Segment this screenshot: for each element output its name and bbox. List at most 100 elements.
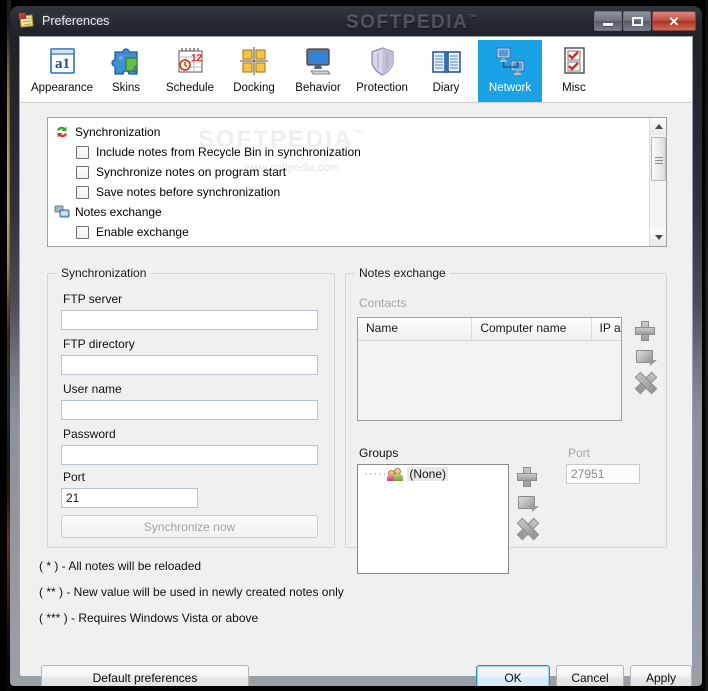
tab-protection[interactable]: Protection — [350, 40, 414, 102]
tab-skins[interactable]: Skins — [94, 40, 158, 102]
user-name-input[interactable] — [61, 400, 318, 420]
contacts-label: Contacts — [359, 296, 407, 310]
tree-checkbox-include-recycle-bin[interactable]: Include notes from Recycle Bin in synchr… — [54, 142, 648, 162]
contacts-column-name[interactable]: Name — [358, 318, 473, 340]
schedule-icon: 12 — [174, 45, 207, 78]
tab-docking[interactable]: Docking — [222, 40, 286, 102]
tree-checkbox-label: Synchronize notes on program start — [96, 165, 287, 179]
dialog-client-area: a1 Appearance Skins 12 Schedule Docking … — [19, 36, 693, 686]
title-bar[interactable]: Preferences SOFTPEDIA™ ✕ — [10, 6, 702, 36]
tree-checkbox-save-before-sync[interactable]: Save notes before synchronization — [54, 182, 648, 202]
tree-group-label: Synchronization — [75, 125, 161, 139]
footnote-new-value: ( ** ) - New value will be used in newly… — [39, 585, 344, 599]
protection-icon — [366, 45, 399, 78]
tab-misc[interactable]: Misc — [542, 40, 606, 102]
tree-connector: ····· — [364, 468, 388, 480]
groups-treeview[interactable]: ····· (None) — [357, 464, 509, 574]
behavior-icon — [302, 45, 335, 78]
scrollbar-thumb[interactable] — [651, 137, 666, 181]
chevron-down-icon — [654, 235, 663, 240]
checkbox-save-before-sync[interactable] — [76, 185, 89, 199]
svg-text:12: 12 — [191, 53, 203, 64]
exchange-port-input[interactable] — [566, 464, 640, 484]
ftp-directory-label: FTP directory — [63, 337, 135, 351]
appearance-icon: a1 — [46, 45, 79, 78]
tree-checkbox-label: Save note before sending — [96, 245, 233, 246]
minimize-button[interactable] — [594, 11, 622, 31]
group-item-none[interactable]: ····· (None) — [358, 465, 508, 483]
tree-checkbox-sync-on-start[interactable]: Synchronize notes on program start — [54, 162, 648, 182]
sync-port-input[interactable] — [61, 488, 198, 508]
footnote-reload: ( * ) - All notes will be reloaded — [39, 559, 202, 573]
checkbox-sync-on-start[interactable] — [76, 165, 89, 179]
network-icon — [494, 45, 527, 78]
checkbox-enable-exchange[interactable] — [76, 225, 89, 239]
password-label: Password — [63, 427, 116, 441]
diary-icon — [430, 45, 463, 78]
tab-network[interactable]: Network — [478, 40, 542, 102]
tab-appearance[interactable]: a1 Appearance — [30, 40, 94, 102]
notes-exchange-group-title: Notes exchange — [355, 266, 450, 280]
checkbox-include-recycle-bin[interactable] — [76, 145, 89, 159]
groups-add-button[interactable] — [516, 466, 538, 488]
tab-label-docking: Docking — [233, 82, 275, 94]
ftp-directory-input[interactable] — [61, 355, 318, 375]
tree-checkbox-enable-exchange[interactable]: Enable exchange — [54, 222, 648, 242]
softpedia-watermark: SOFTPEDIA™ — [346, 12, 479, 33]
tab-label-misc: Misc — [562, 82, 586, 94]
sync-arrows-icon — [54, 124, 70, 140]
tab-label-diary: Diary — [432, 82, 460, 94]
pencil-icon — [518, 496, 539, 512]
synchronize-now-button[interactable]: Synchronize now — [61, 515, 318, 538]
notepad-app-icon — [18, 12, 36, 30]
contacts-column-ip-address[interactable]: IP ad — [592, 318, 621, 340]
network-windows-icon — [54, 204, 70, 220]
contacts-column-computer-name[interactable]: Computer name — [472, 318, 592, 340]
docking-icon — [238, 45, 271, 78]
tab-label-network: Network — [488, 82, 532, 94]
ftp-server-input[interactable] — [61, 310, 318, 330]
password-input[interactable] — [61, 445, 318, 465]
ok-button[interactable]: OK — [476, 665, 550, 686]
checkbox-save-before-sending — [76, 245, 89, 246]
groups-delete-button[interactable] — [516, 518, 538, 540]
preferences-tab-bar: a1 Appearance Skins 12 Schedule Docking … — [20, 37, 692, 103]
ftp-server-label: FTP server — [63, 292, 123, 306]
people-group-icon — [387, 467, 404, 481]
apply-button[interactable]: Apply — [630, 665, 692, 686]
tab-label-schedule: Schedule — [166, 82, 214, 94]
cancel-button[interactable]: Cancel — [556, 665, 624, 686]
tab-label-appearance: Appearance — [30, 82, 94, 94]
notes-exchange-group: Notes exchange Contacts Name Computer na… — [345, 266, 667, 574]
groups-edit-button[interactable] — [516, 492, 539, 514]
tree-group-synchronization[interactable]: Synchronization — [54, 122, 648, 142]
tab-schedule[interactable]: 12 Schedule — [158, 40, 222, 102]
tab-behavior[interactable]: Behavior — [286, 40, 350, 102]
maximize-button[interactable] — [623, 11, 651, 31]
contacts-delete-button[interactable] — [634, 372, 656, 394]
misc-icon — [558, 45, 591, 78]
scroll-up-button[interactable] — [650, 118, 666, 135]
options-list-scrollbar[interactable] — [649, 118, 666, 246]
tab-label-skins: Skins — [111, 82, 141, 94]
scroll-down-button[interactable] — [650, 229, 666, 246]
group-item-label: (None) — [407, 467, 449, 481]
options-tree-listbox[interactable]: SOFTPEDIA™ www.softpedia.com Synchroniza… — [47, 117, 667, 247]
contacts-edit-button[interactable] — [634, 346, 657, 368]
tree-checkbox-save-before-sending: Save note before sending — [54, 242, 648, 246]
window-title: Preferences — [42, 14, 110, 28]
default-preferences-button[interactable]: Default preferences — [41, 665, 249, 686]
close-button[interactable]: ✕ — [652, 11, 696, 31]
groups-label: Groups — [359, 446, 399, 460]
footnotes: ( * ) - All notes will be reloaded ( ** … — [39, 559, 344, 637]
tree-group-notes-exchange[interactable]: Notes exchange — [54, 202, 648, 222]
tree-checkbox-label: Include notes from Recycle Bin in synchr… — [96, 145, 361, 159]
close-icon: ✕ — [668, 13, 680, 29]
contacts-listview[interactable]: Name Computer name IP ad — [357, 317, 622, 421]
contacts-header-row: Name Computer name IP ad — [358, 318, 621, 341]
exchange-port-label: Port — [568, 446, 591, 460]
tree-checkbox-label: Save notes before synchronization — [96, 185, 281, 199]
tab-diary[interactable]: Diary — [414, 40, 478, 102]
options-tree-rows: Synchronization Include notes from Recyc… — [48, 118, 648, 246]
contacts-add-button[interactable] — [634, 320, 656, 342]
